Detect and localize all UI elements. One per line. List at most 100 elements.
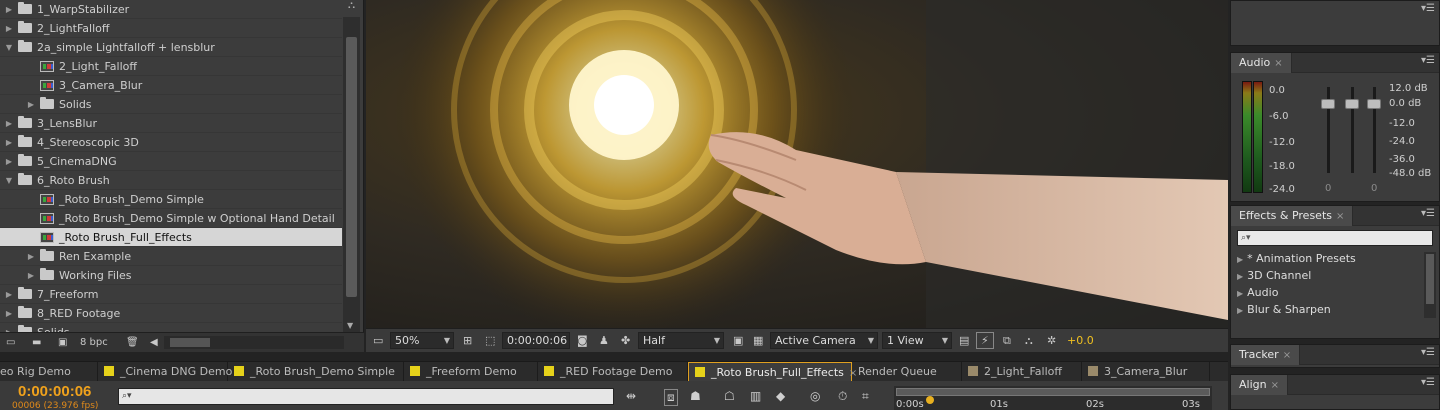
project-folder[interactable]: ▼ 2a_simple Lightfalloff + lensblur: [0, 38, 342, 57]
graph-editor-icon[interactable]: ⌗: [862, 389, 869, 404]
region-of-interest-icon[interactable]: ▣: [728, 332, 748, 349]
effects-scrollbar[interactable]: [1424, 252, 1436, 318]
trash-icon[interactable]: 🗑: [126, 336, 139, 349]
snapshot-icon[interactable]: ◙: [572, 332, 593, 349]
expand-arrow-icon[interactable]: ▶: [26, 266, 36, 285]
project-comp[interactable]: _Roto Brush_Demo Simple: [0, 190, 342, 209]
always-preview-icon[interactable]: ▭: [368, 332, 388, 349]
bit-depth-label[interactable]: 8 bpc: [80, 336, 108, 349]
panel-menu-icon[interactable]: ▾☰: [1421, 377, 1435, 388]
motion-blur-icon[interactable]: ▥: [750, 389, 761, 403]
project-folder[interactable]: ▶ Solids: [0, 95, 342, 114]
scroll-left-icon[interactable]: ◀: [150, 336, 158, 349]
panel-menu-icon[interactable]: ▾☰: [1421, 208, 1435, 219]
scrollbar-thumb[interactable]: [1426, 254, 1434, 304]
comp-tab[interactable]: _Freeform Demo: [404, 362, 538, 382]
comp-mini-flowchart-icon[interactable]: ⇹: [626, 389, 636, 403]
expand-arrow-icon[interactable]: ▶: [1237, 255, 1243, 264]
effects-item[interactable]: ▶ * Animation Presets: [1237, 252, 1356, 265]
magnification-dropdown[interactable]: 50% ▼: [390, 332, 454, 349]
comp-tab[interactable]: Render Queue: [852, 362, 962, 382]
expand-arrow-icon[interactable]: ▶: [4, 114, 14, 133]
frame-blending-icon[interactable]: ☖: [724, 389, 735, 403]
project-folder[interactable]: ▶ Working Files: [0, 266, 342, 285]
close-icon[interactable]: ×: [1271, 380, 1279, 391]
timeline-current-time[interactable]: 0:00:00:06: [18, 383, 91, 400]
project-comp[interactable]: _Roto Brush_Full_Effects: [0, 228, 342, 247]
toggle-pixel-aspect-icon[interactable]: ▤: [954, 332, 974, 349]
view-layout-dropdown[interactable]: 1 View ▼: [882, 332, 952, 349]
timeline-icon[interactable]: ⧉: [998, 332, 1016, 349]
fast-previews-icon[interactable]: ⚡: [976, 332, 994, 349]
effects-search-input[interactable]: ⌕▾: [1237, 230, 1433, 246]
composition-viewer[interactable]: [366, 0, 1228, 328]
scroll-down-icon[interactable]: ▼: [347, 321, 353, 330]
hscroll-thumb[interactable]: [170, 338, 210, 347]
expand-arrow-icon[interactable]: ▶: [4, 133, 14, 152]
auto-keyframe-icon[interactable]: ◎: [810, 389, 820, 403]
brainstorm-icon[interactable]: ◆: [776, 389, 785, 403]
work-area-bar[interactable]: [896, 388, 1210, 396]
expand-arrow-icon[interactable]: ▶: [4, 152, 14, 171]
project-comp[interactable]: 3_Camera_Blur: [0, 76, 342, 95]
comp-tab[interactable]: _Roto Brush_Full_Effects ×: [688, 362, 857, 382]
audio-slider-both[interactable]: [1345, 99, 1359, 109]
project-folder[interactable]: ▶ 2_LightFalloff: [0, 19, 342, 38]
project-folder[interactable]: ▶ 7_Freeform: [0, 285, 342, 304]
audio-slider-left[interactable]: [1321, 99, 1335, 109]
project-folder[interactable]: ▶ Solids: [0, 323, 342, 332]
hide-shy-layers-icon[interactable]: ☗: [690, 389, 701, 403]
project-comp[interactable]: 2_Light_Falloff: [0, 57, 342, 76]
panel-menu-icon[interactable]: ▾☰: [1421, 347, 1435, 358]
new-folder-icon[interactable]: ▬: [32, 336, 41, 349]
stopwatch-icon[interactable]: ⏱: [838, 389, 847, 404]
timeline-search-input[interactable]: ⌕▾: [118, 388, 614, 405]
project-folder[interactable]: ▶ 3_LensBlur: [0, 114, 342, 133]
expand-arrow-icon[interactable]: ▶: [1237, 272, 1243, 281]
tab-effects-presets[interactable]: Effects & Presets ×: [1231, 206, 1354, 226]
current-time-indicator[interactable]: [926, 396, 934, 404]
project-folder[interactable]: ▶ 1_WarpStabilizer: [0, 0, 342, 19]
tab-align[interactable]: Align ×: [1231, 375, 1288, 395]
exposure-value[interactable]: +0.0: [1062, 332, 1099, 349]
interpret-footage-icon[interactable]: ▭: [6, 336, 15, 349]
resolution-dropdown[interactable]: Half ▼: [638, 332, 724, 349]
tab-tracker[interactable]: Tracker ×: [1231, 345, 1301, 365]
project-folder[interactable]: ▶ 4_Stereoscopic 3D: [0, 133, 342, 152]
show-snapshot-icon[interactable]: ♟: [594, 332, 614, 349]
comp-tab[interactable]: 2_Light_Falloff: [962, 362, 1082, 382]
comp-tab[interactable]: 3_Camera_Blur: [1082, 362, 1210, 382]
expand-arrow-icon[interactable]: ▶: [1237, 289, 1243, 298]
tab-audio[interactable]: Audio ×: [1231, 53, 1292, 73]
project-folder[interactable]: ▶ 8_RED Footage: [0, 304, 342, 323]
effects-item[interactable]: ▶ 3D Channel: [1237, 269, 1311, 282]
project-comp[interactable]: _Roto Brush_Demo Simple w Optional Hand …: [0, 209, 342, 228]
expand-arrow-icon[interactable]: ▶: [4, 323, 14, 332]
comp-tab[interactable]: _Roto Brush_Demo Simple: [228, 362, 404, 382]
draft-3d-icon[interactable]: ⧈: [664, 389, 678, 406]
effects-item[interactable]: ▶ Audio: [1237, 286, 1278, 299]
collapse-arrow-icon[interactable]: ▼: [4, 171, 14, 190]
mask-visibility-icon[interactable]: ⬚: [480, 332, 500, 349]
project-folder[interactable]: ▶ 5_CinemaDNG: [0, 152, 342, 171]
active-camera-dropdown[interactable]: Active Camera ▼: [770, 332, 878, 349]
flowchart-icon[interactable]: ⛬: [343, 0, 360, 17]
comp-flowchart-icon[interactable]: ⛬: [1020, 332, 1038, 349]
scrollbar-thumb[interactable]: [346, 37, 357, 297]
reset-exposure-icon[interactable]: ✲: [1042, 332, 1061, 349]
comp-tab[interactable]: _Cinema DNG Demo: [98, 362, 232, 382]
expand-arrow-icon[interactable]: ▶: [4, 0, 14, 19]
project-scrollbar[interactable]: ▼: [343, 17, 360, 332]
effects-item[interactable]: ▶ Blur & Sharpen: [1237, 303, 1331, 316]
expand-arrow-icon[interactable]: ▶: [26, 247, 36, 266]
close-icon[interactable]: ×: [1274, 58, 1282, 69]
transparency-grid-icon[interactable]: ▦: [748, 332, 768, 349]
color-channels-icon[interactable]: ✤: [616, 332, 635, 349]
expand-arrow-icon[interactable]: ▶: [4, 19, 14, 38]
comp-tab[interactable]: _RED Footage Demo: [538, 362, 688, 382]
collapse-arrow-icon[interactable]: ▼: [4, 38, 14, 57]
project-folder[interactable]: ▶ Ren Example: [0, 247, 342, 266]
panel-menu-icon[interactable]: ▾☰: [1421, 55, 1435, 66]
close-icon[interactable]: ×: [1283, 350, 1291, 361]
audio-slider-right[interactable]: [1367, 99, 1381, 109]
